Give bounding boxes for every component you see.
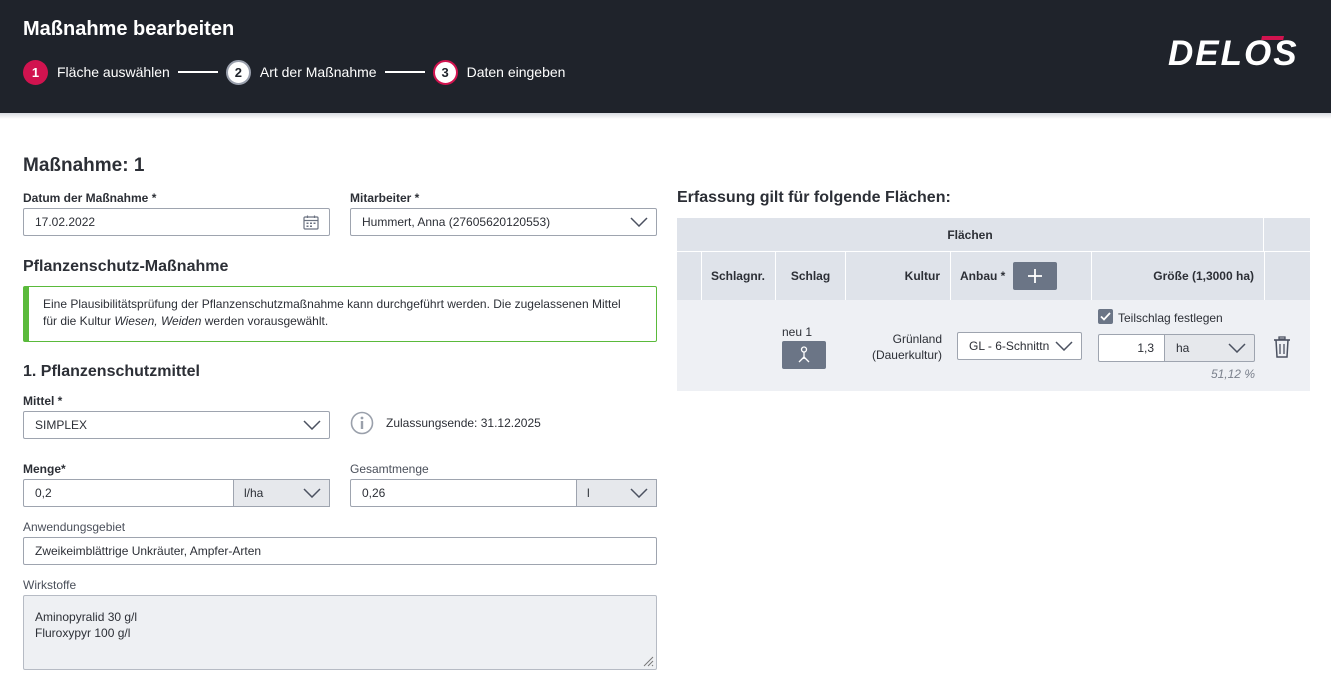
date-field[interactable]: 17.02.2022 — [23, 208, 330, 236]
app-header: Maßnahme bearbeiten 1 Fläche auswählen 2… — [0, 0, 1331, 113]
areas-table: Flächen Schlagnr. Schlag Kultur Anbau * … — [677, 218, 1310, 391]
locate-field-button[interactable] — [782, 341, 826, 369]
checkmark-icon — [1100, 312, 1111, 321]
ingredients-label: Wirkstoffe — [23, 578, 77, 592]
table-row: neu 1 Grünland (Dauerkultur) GL - 6-Schn… — [677, 300, 1310, 391]
step-connector — [384, 71, 425, 73]
svg-text:DELOS: DELOS — [1168, 36, 1299, 70]
amount-label: Menge* — [23, 462, 66, 476]
amount-input[interactable]: 0,2 — [23, 479, 234, 507]
calendar-icon[interactable] — [303, 215, 319, 230]
col-schlagnr[interactable]: Schlagnr. — [701, 252, 775, 300]
amount-unit-select[interactable]: l/ha — [234, 479, 330, 507]
group-header-spacer — [1264, 218, 1310, 251]
areas-title: Erfassung gilt für folgende Flächen: — [677, 189, 951, 206]
total-value: 0,26 — [362, 486, 386, 500]
step-1[interactable]: 1 Fläche auswählen — [23, 59, 170, 85]
size-input[interactable]: 1,3 — [1098, 334, 1165, 362]
notice-line-1: Eine Plausibilitätsprüfung der Pflanzens… — [43, 297, 621, 311]
chevron-down-icon — [1055, 341, 1073, 351]
info-icon — [350, 411, 374, 435]
size-percent: 51,12 % — [1210, 367, 1255, 381]
plausibility-notice: Eine Plausibilitätsprüfung der Pflanzens… — [23, 286, 657, 342]
chevron-down-icon — [1228, 343, 1246, 353]
measure-title: Maßnahme: 1 — [23, 155, 145, 176]
teilschlag-checkbox[interactable] — [1098, 309, 1113, 324]
add-crop-button[interactable] — [1013, 262, 1058, 290]
employee-label: Mitarbeiter * — [350, 191, 420, 205]
trash-icon[interactable] — [1273, 336, 1291, 358]
total-input[interactable]: 0,26 — [350, 479, 577, 507]
step-3[interactable]: 3 Daten eingeben — [432, 59, 566, 85]
teilschlag-label[interactable]: Teilschlag festlegen — [1118, 311, 1223, 325]
size-unit-select[interactable]: ha — [1164, 334, 1255, 362]
header-shadow — [0, 113, 1331, 119]
table-header-row: Schlagnr. Schlag Kultur Anbau * Größe (1… — [677, 252, 1310, 300]
size-unit-value: ha — [1176, 341, 1190, 355]
amount-unit-value: l/ha — [244, 486, 264, 500]
step-2[interactable]: 2 Art der Maßnahme — [225, 59, 377, 85]
notice-line-2: für die Kultur Wiesen, Weiden werden vor… — [43, 314, 329, 328]
date-label: Datum der Maßnahme * — [23, 191, 157, 205]
area-label: Anwendungsgebiet — [23, 520, 126, 534]
col-kultur[interactable]: Kultur — [845, 252, 950, 300]
area-input[interactable]: Zweikeimblättrige Unkräuter, Ampfer-Arte… — [23, 537, 657, 565]
product-section-title: 1. Pflanzenschutzmittel — [23, 363, 200, 380]
col-schlag[interactable]: Schlag — [775, 252, 845, 300]
col-groesse[interactable]: Größe (1,3000 ha) — [1091, 252, 1264, 300]
group-header: Flächen — [677, 218, 1263, 251]
total-unit-value: l — [587, 486, 590, 500]
plus-icon — [1028, 269, 1043, 283]
step-number: 3 — [432, 59, 458, 85]
ingredient-line: Fluroxypyr 100 g/l — [35, 626, 131, 640]
approval-info: Zulassungsende: 31.12.2025 — [350, 411, 541, 435]
chevron-down-icon — [303, 420, 321, 430]
total-unit-select[interactable]: l — [577, 479, 657, 507]
step-connector — [177, 71, 218, 73]
kultur-line: (Dauerkultur) — [871, 348, 942, 362]
employee-select[interactable]: Hummert, Anna (27605620120553) — [350, 208, 657, 236]
anbau-select[interactable]: GL - 6-Schnittn — [957, 332, 1082, 360]
col-anbau-label[interactable]: Anbau * — [960, 269, 1005, 283]
ingredients-textarea[interactable]: Aminopyralid 30 g/l Fluroxypyr 100 g/l — [23, 595, 657, 670]
approval-end-text: Zulassungsende: 31.12.2025 — [386, 416, 541, 430]
total-label: Gesamtmenge — [350, 462, 429, 476]
product-value: SIMPLEX — [35, 418, 88, 432]
col-actions — [1264, 252, 1310, 300]
col-anbau: Anbau * — [950, 252, 1091, 300]
step-label: Daten eingeben — [466, 64, 566, 80]
step-number: 2 — [225, 59, 251, 85]
anbau-value: GL - 6-Schnittn — [969, 339, 1050, 353]
area-value: Zweikeimblättrige Unkräuter, Ampfer-Arte… — [35, 544, 262, 558]
page-title: Maßnahme bearbeiten — [23, 18, 235, 40]
map-pin-icon — [798, 346, 810, 363]
section-title: Pflanzenschutz-Maßnahme — [23, 258, 229, 275]
stepper: 1 Fläche auswählen 2 Art der Maßnahme 3 … — [23, 59, 565, 85]
chevron-down-icon — [303, 488, 321, 498]
product-label: Mittel * — [23, 394, 63, 408]
chevron-down-icon — [630, 217, 648, 227]
kultur-line: Grünland — [892, 332, 942, 346]
schlag-value: neu 1 — [782, 325, 813, 339]
resize-handle-icon[interactable] — [642, 655, 654, 667]
product-select[interactable]: SIMPLEX — [23, 411, 330, 439]
chevron-down-icon — [630, 488, 648, 498]
date-value: 17.02.2022 — [35, 215, 96, 229]
step-label: Art der Maßnahme — [259, 64, 377, 80]
ingredient-line: Aminopyralid 30 g/l — [35, 610, 138, 624]
step-label: Fläche auswählen — [57, 64, 170, 80]
delos-logo: DELOS — [1168, 36, 1299, 70]
employee-value: Hummert, Anna (27605620120553) — [362, 215, 551, 229]
col-spacer — [677, 252, 701, 300]
kultur-cell: Grünland (Dauerkultur) — [845, 331, 942, 363]
amount-value: 0,2 — [35, 486, 52, 500]
size-value: 1,3 — [1137, 341, 1154, 355]
step-number: 1 — [23, 59, 48, 85]
